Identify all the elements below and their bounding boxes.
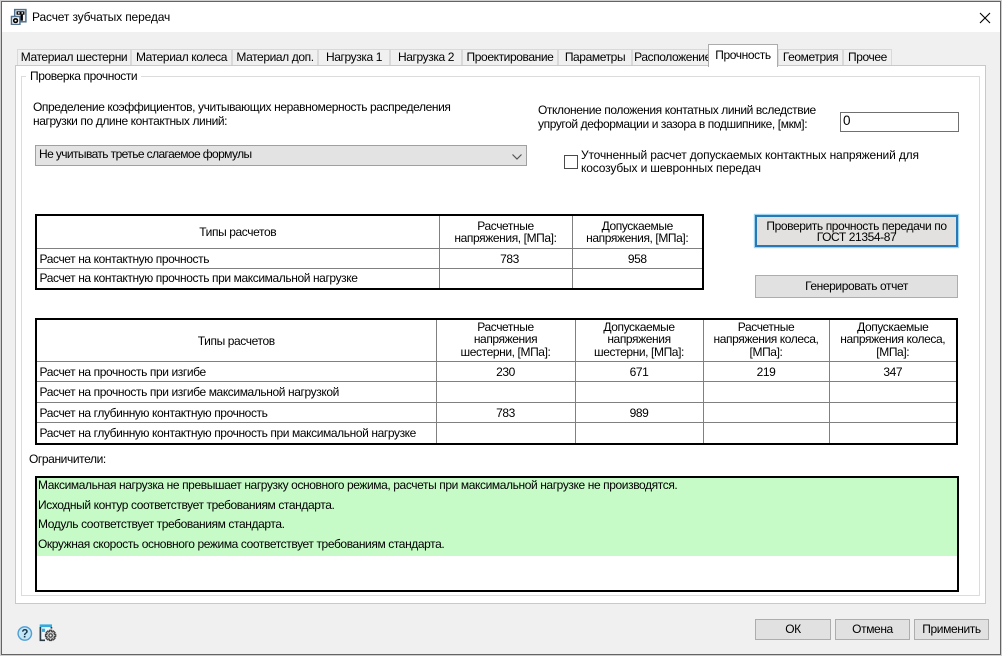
svg-text:?: ? (21, 629, 28, 641)
